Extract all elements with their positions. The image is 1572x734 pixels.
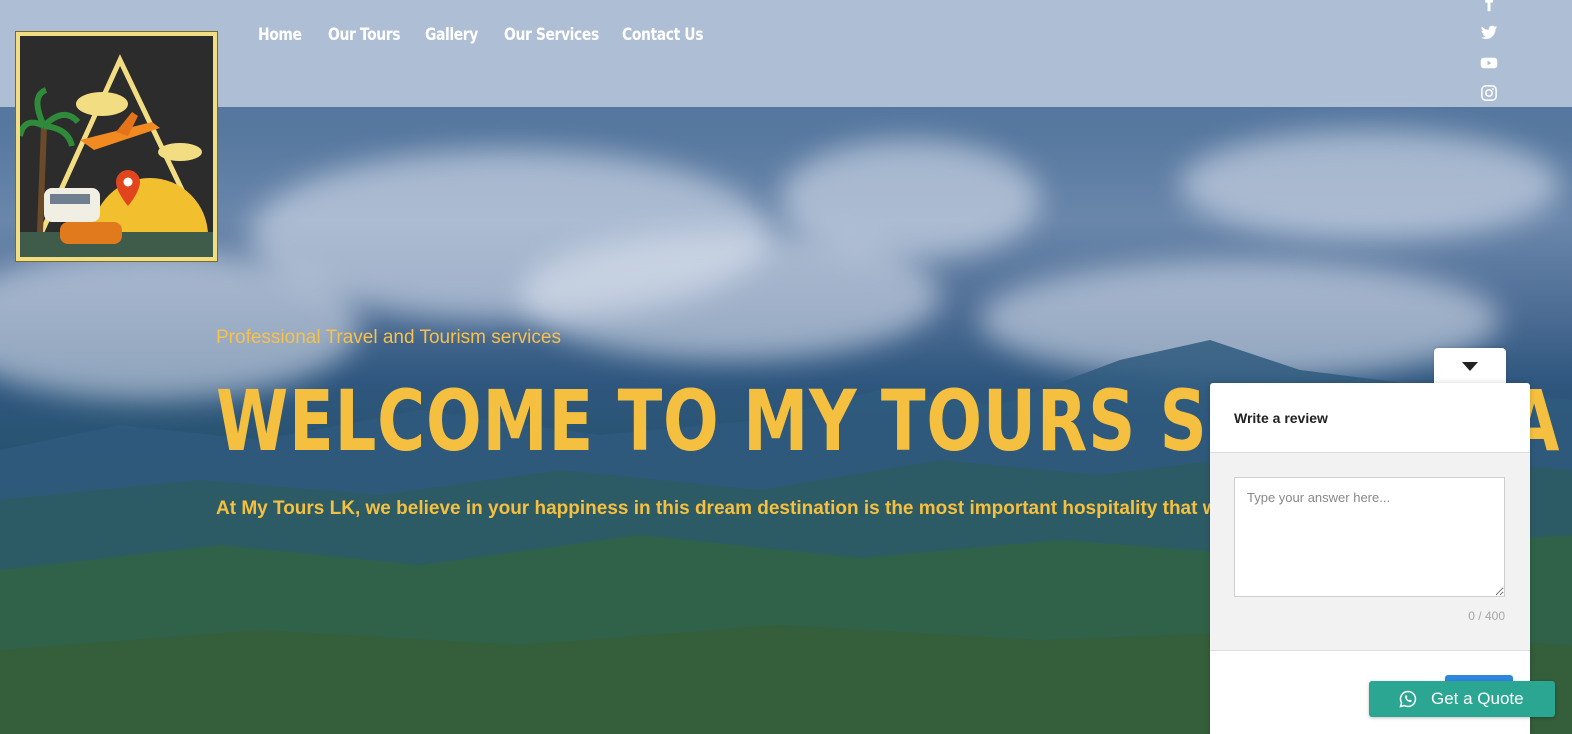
nav-home[interactable]: Home bbox=[258, 25, 302, 45]
main-nav: Home Our Tours Gallery Our Services Cont… bbox=[258, 25, 704, 45]
youtube-icon[interactable] bbox=[1480, 54, 1498, 72]
nav-gallery[interactable]: Gallery bbox=[425, 25, 478, 45]
review-body: 0 / 400 bbox=[1210, 453, 1530, 651]
instagram-icon[interactable] bbox=[1480, 84, 1498, 102]
review-title: Write a review bbox=[1210, 383, 1530, 453]
get-a-quote-label: Get a Quote bbox=[1431, 689, 1524, 708]
review-textarea[interactable] bbox=[1234, 477, 1505, 597]
nav-our-services[interactable]: Our Services bbox=[504, 25, 599, 45]
twitter-icon[interactable] bbox=[1480, 24, 1498, 42]
review-toggle-button[interactable] bbox=[1434, 348, 1506, 384]
caret-down-icon bbox=[1462, 362, 1478, 371]
hero-description: At My Tours LK, we believe in your happi… bbox=[216, 498, 1229, 519]
nav-contact-us[interactable]: Contact Us bbox=[622, 25, 704, 45]
hero-tagline: Professional Travel and Tourism services bbox=[216, 327, 561, 348]
logo-graphic bbox=[20, 36, 213, 257]
header-bar: Home Our Tours Gallery Our Services Cont… bbox=[0, 0, 1572, 107]
review-char-counter: 0 / 400 bbox=[1468, 609, 1505, 623]
site-logo[interactable] bbox=[15, 31, 218, 262]
facebook-icon[interactable] bbox=[1480, 0, 1498, 12]
whatsapp-icon bbox=[1399, 690, 1417, 708]
nav-our-tours[interactable]: Our Tours bbox=[328, 25, 401, 45]
get-a-quote-button[interactable]: Get a Quote bbox=[1369, 681, 1555, 717]
